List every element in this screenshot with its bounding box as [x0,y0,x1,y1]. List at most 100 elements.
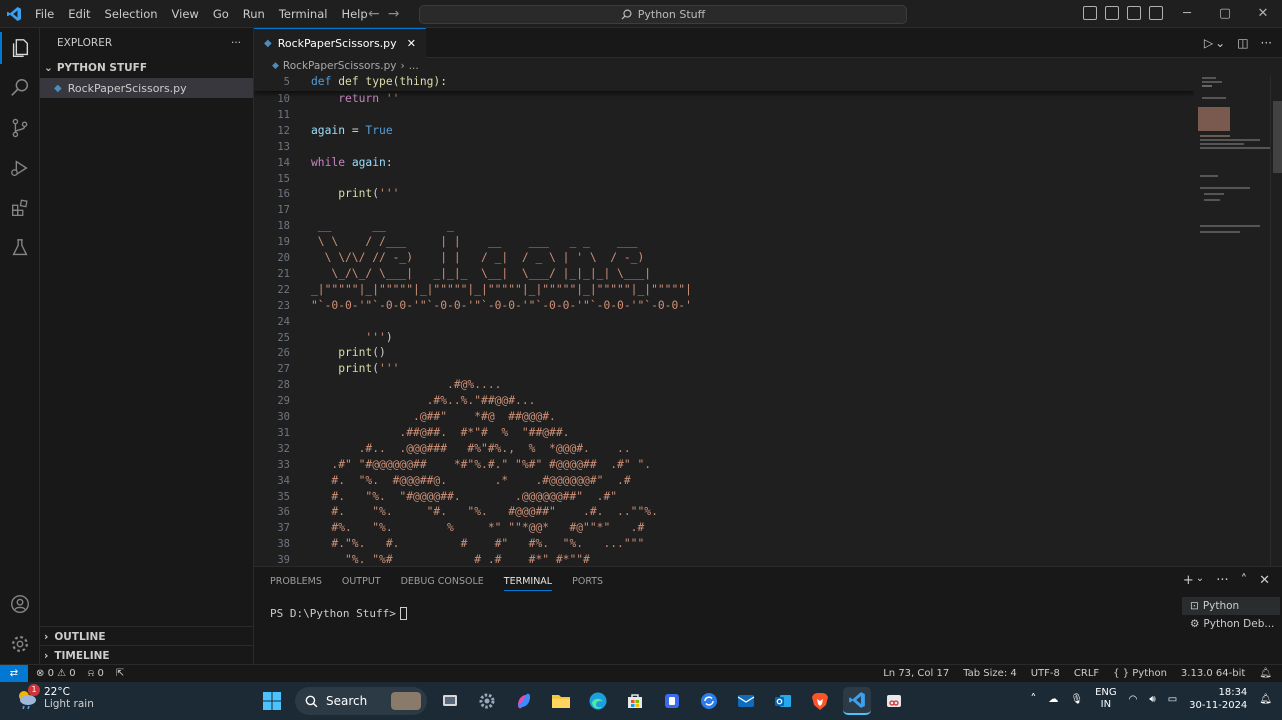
volume-icon[interactable]: 🔊︎ [1149,694,1155,705]
terminal-instance-python-debug[interactable]: ⚙ Python Deb... [1182,615,1280,633]
testing-flask-icon[interactable] [0,228,40,268]
cursor-position[interactable]: Ln 73, Col 17 [883,668,949,679]
account-icon[interactable] [0,584,40,624]
more-actions-icon[interactable]: ··· [1261,36,1272,50]
settings-app-icon[interactable] [473,687,501,715]
terminal-instance-label: Python [1202,600,1240,612]
show-hidden-icons-chevron-icon[interactable]: ˄ [1030,692,1036,706]
terminal-instance-python[interactable]: ⊡ Python [1182,597,1280,615]
snipping-tool-icon[interactable] [880,687,908,715]
run-debug-icon[interactable] [0,148,40,188]
split-editor-icon[interactable]: ◫ [1237,36,1248,50]
outline-section[interactable]: › OUTLINE [40,626,254,646]
line-number: 12 [277,124,290,137]
minimize-icon[interactable]: ─ [1168,0,1206,28]
python-interpreter[interactable]: 3.13.0 64-bit [1181,668,1245,679]
problems-status[interactable]: ⊗ 0 ⚠ 0 [36,668,76,679]
more-actions-icon[interactable]: ··· [231,37,241,49]
task-view-icon[interactable] [436,687,464,715]
search-sidebar-icon[interactable] [0,68,40,108]
breadcrumb-file[interactable]: RockPaperScissors.py [283,60,397,72]
tab-debug-console[interactable]: DEBUG CONSOLE [401,576,484,587]
sync-app-icon[interactable] [695,687,723,715]
folder-python-stuff[interactable]: ⌄ PYTHON STUFF [40,58,253,78]
manage-gear-icon[interactable] [0,624,40,664]
timeline-section[interactable]: › TIMELINE [40,645,254,665]
code-editor[interactable]: 5 def def type(thing): 10 return '' 11 12 a… [254,75,1194,566]
language-mode[interactable]: { } Python [1113,668,1167,679]
live-share-icon[interactable]: ⇱ [116,668,124,679]
language-indicator[interactable]: ENG IN [1095,687,1117,711]
maximize-panel-chevron-icon[interactable]: ˄ [1241,573,1248,588]
code-line: .#%..%."##@@#... [311,394,536,408]
scrollbar-thumb[interactable] [1273,101,1282,173]
tab-rockpaperscissors[interactable]: ◆ RockPaperScissors.py ✕ [254,28,426,58]
phone-link-icon[interactable] [658,687,686,715]
command-center[interactable]: Python Stuff [419,5,907,24]
source-control-icon[interactable] [0,108,40,148]
line-number: 34 [277,474,290,487]
menu-file[interactable]: File [28,0,61,28]
customize-layout-icon[interactable] [1149,6,1163,20]
close-tab-icon[interactable]: ✕ [407,37,416,50]
tab-ports[interactable]: PORTS [572,576,603,587]
terminal-output[interactable]: PS D:\Python Stuff> [270,607,407,620]
file-rockpaperscissors[interactable]: ◆ RockPaperScissors.py [40,78,253,98]
menu-go[interactable]: Go [206,0,236,28]
more-actions-icon[interactable]: ··· [1216,573,1228,588]
close-panel-icon[interactable]: ✕ [1259,573,1270,588]
toggle-secondary-sidebar-icon[interactable] [1127,6,1141,20]
wifi-icon[interactable]: ◠ [1129,694,1138,705]
brave-browser-icon[interactable] [806,687,834,715]
code-line: .#@%.... [311,378,502,392]
extensions-icon[interactable] [0,188,40,228]
line-number: 13 [277,140,290,153]
maximize-icon[interactable]: ▢ [1206,0,1244,28]
encoding[interactable]: UTF-8 [1031,668,1060,679]
toggle-sidebar-icon[interactable] [1083,6,1097,20]
weather-rain-icon: 1 [14,684,40,710]
new-terminal-plus-icon[interactable]: + [1183,573,1194,588]
clock[interactable]: 18:34 30-11-2024 [1189,686,1247,712]
menu-edit[interactable]: Edit [61,0,97,28]
run-python-file-icon[interactable]: ▷ [1204,36,1213,50]
end-of-line[interactable]: CRLF [1074,668,1099,679]
tab-output[interactable]: OUTPUT [342,576,381,587]
mail-app-icon[interactable] [732,687,760,715]
ports-status[interactable]: ⍾ 0 [88,668,104,679]
tab-size[interactable]: Tab Size: 4 [963,668,1017,679]
close-window-icon[interactable]: ✕ [1244,0,1282,28]
toggle-panel-icon[interactable] [1105,6,1119,20]
terminal-dropdown-chevron-icon[interactable]: ⌄ [1196,573,1204,588]
microphone-icon[interactable]: 🎙︎ [1070,694,1083,705]
explorer-icon[interactable] [0,28,40,68]
copilot-icon[interactable] [510,687,538,715]
remote-indicator-icon[interactable]: ⇄ [0,664,28,683]
tab-problems[interactable]: PROBLEMS [270,576,322,587]
file-explorer-icon[interactable] [547,687,575,715]
notifications-bell-icon[interactable]: 🔔︎ [1259,668,1272,679]
notification-center-icon[interactable]: 🔔︎ [1259,694,1272,705]
sticky-code: def def type(thing): [311,75,447,88]
edge-browser-icon[interactable] [584,687,612,715]
outlook-icon[interactable] [769,687,797,715]
cloud-app-icon[interactable]: ☁ [1048,694,1058,705]
microsoft-store-icon[interactable] [621,687,649,715]
tab-terminal[interactable]: TERMINAL [503,576,553,591]
menu-selection[interactable]: Selection [98,0,165,28]
editor-scrollbar[interactable] [1270,75,1282,566]
vscode-taskbar-icon[interactable] [843,687,871,715]
menu-run[interactable]: Run [236,0,272,28]
menu-view[interactable]: View [165,0,206,28]
forward-arrow-icon[interactable]: → [388,0,400,28]
run-dropdown-chevron-icon[interactable]: ⌄ [1215,36,1225,50]
taskbar-search[interactable]: Search [295,687,427,715]
battery-icon[interactable]: ▭ [1168,694,1177,705]
weather-widget[interactable]: 1 22°C Light rain [14,684,94,710]
sticky-scroll[interactable]: 5 def def type(thing): [254,75,1194,91]
menu-terminal[interactable]: Terminal [272,0,335,28]
minimap[interactable] [1194,75,1270,566]
back-arrow-icon[interactable]: ← [368,0,380,28]
breadcrumb-more[interactable]: ... [409,60,419,72]
windows-start-icon[interactable] [258,687,286,715]
